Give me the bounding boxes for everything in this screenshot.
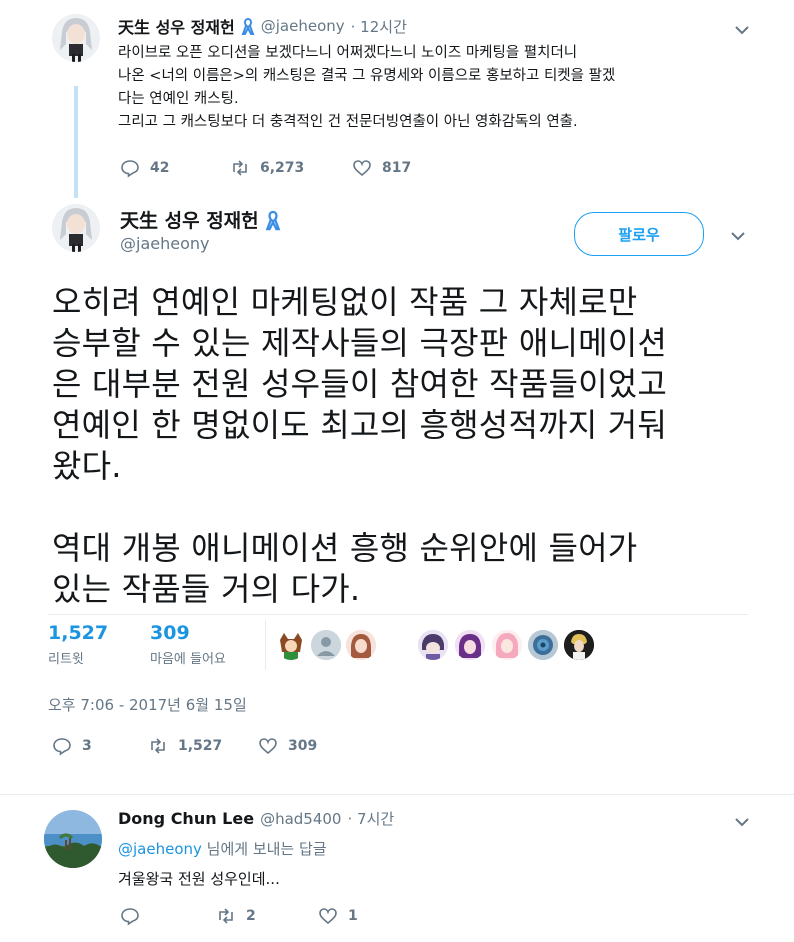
main-author-avatar[interactable]: [52, 204, 100, 252]
ribbon-icon: [241, 17, 255, 35]
liker-avatar[interactable]: [276, 630, 306, 660]
follow-button[interactable]: 팔로우: [574, 212, 704, 256]
reply-text: 겨울왕국 전원 성우인데...: [118, 870, 280, 888]
reply-button[interactable]: [120, 906, 216, 926]
liker-avatar[interactable]: [418, 630, 448, 660]
heart-icon: [259, 738, 277, 755]
retweet-stat-count: 1,527: [48, 622, 109, 644]
like-stat-count: 309: [150, 622, 190, 644]
author-handle[interactable]: @jaeheony: [261, 17, 345, 35]
chevron-down-icon[interactable]: [732, 812, 752, 836]
replying-to: @jaeheony 님에게 보내는 답글: [118, 838, 327, 859]
liker-avatar[interactable]: [346, 630, 376, 660]
reply-icon: [53, 738, 71, 756]
divider: [0, 794, 794, 795]
heart-icon: [353, 160, 371, 177]
like-stat[interactable]: 309 마음에 들어요: [150, 622, 226, 667]
retweet-button[interactable]: 2: [216, 906, 318, 926]
divider: [48, 614, 748, 615]
main-author-handle[interactable]: @jaeheony: [120, 234, 209, 253]
like-button[interactable]: 817: [352, 158, 411, 178]
retweet-icon: [151, 738, 165, 754]
chevron-down-icon[interactable]: [732, 20, 752, 44]
stat-divider: [265, 620, 266, 670]
tweet-timestamp[interactable]: 오후 7:06 - 2017년 6월 15일: [48, 694, 247, 715]
like-button[interactable]: 309: [258, 736, 317, 756]
mention-link[interactable]: @jaeheony: [118, 840, 202, 858]
reply-count: 42: [150, 160, 170, 176]
like-button[interactable]: 1: [318, 906, 358, 926]
thread-connector: [74, 86, 78, 198]
retweet-count: 2: [246, 908, 256, 924]
author-name[interactable]: 天生 성우 정재헌: [118, 14, 235, 38]
reply-author-avatar[interactable]: [44, 810, 102, 868]
retweet-icon: [233, 160, 247, 176]
retweet-button[interactable]: 6,273: [230, 158, 352, 178]
tweet-time[interactable]: · 12시간: [351, 16, 407, 37]
liker-avatar[interactable]: [492, 630, 522, 660]
liker-avatar[interactable]: [528, 630, 558, 660]
retweet-icon: [219, 908, 233, 924]
retweet-count: 6,273: [260, 160, 305, 176]
retweet-stat[interactable]: 1,527 리트윗: [48, 622, 108, 667]
tweet-text: 라이브로 오픈 오디션을 보겠다느니 어쩌겠다느니 노이즈 마케팅을 펼치더니 …: [118, 45, 616, 130]
retweet-button[interactable]: 1,527: [148, 736, 258, 756]
reply-count: 3: [82, 738, 92, 754]
user-avatar[interactable]: [52, 14, 100, 62]
heart-icon: [319, 908, 337, 925]
replying-to-label: 님에게 보내는 답글: [201, 840, 327, 858]
retweet-count: 1,527: [178, 738, 223, 754]
reply-time[interactable]: · 7시간: [347, 808, 394, 829]
main-tweet-text: 오히려 연예인 마케팅없이 작품 그 자체로만 승부할 수 있는 제작사들의 극…: [52, 283, 668, 608]
reply-button[interactable]: 3: [52, 736, 148, 756]
reply-icon: [121, 160, 139, 178]
chevron-down-icon[interactable]: [728, 226, 748, 250]
retweet-stat-label: 리트윗: [48, 652, 84, 667]
reply-author-handle[interactable]: @had5400: [260, 810, 341, 828]
like-stat-label: 마음에 들어요: [150, 652, 226, 667]
ribbon-icon: [265, 209, 281, 231]
like-count: 817: [382, 160, 412, 176]
liker-avatar[interactable]: [455, 630, 485, 660]
reply-icon: [121, 908, 139, 926]
main-author-name[interactable]: 天生 성우 정재헌: [120, 206, 259, 233]
reply-button[interactable]: 42: [120, 158, 230, 178]
like-count: 309: [288, 738, 318, 754]
liker-avatar[interactable]: [564, 630, 594, 660]
reply-author-name[interactable]: Dong Chun Lee: [118, 809, 254, 828]
liker-avatar[interactable]: [311, 630, 341, 660]
like-count: 1: [348, 908, 358, 924]
